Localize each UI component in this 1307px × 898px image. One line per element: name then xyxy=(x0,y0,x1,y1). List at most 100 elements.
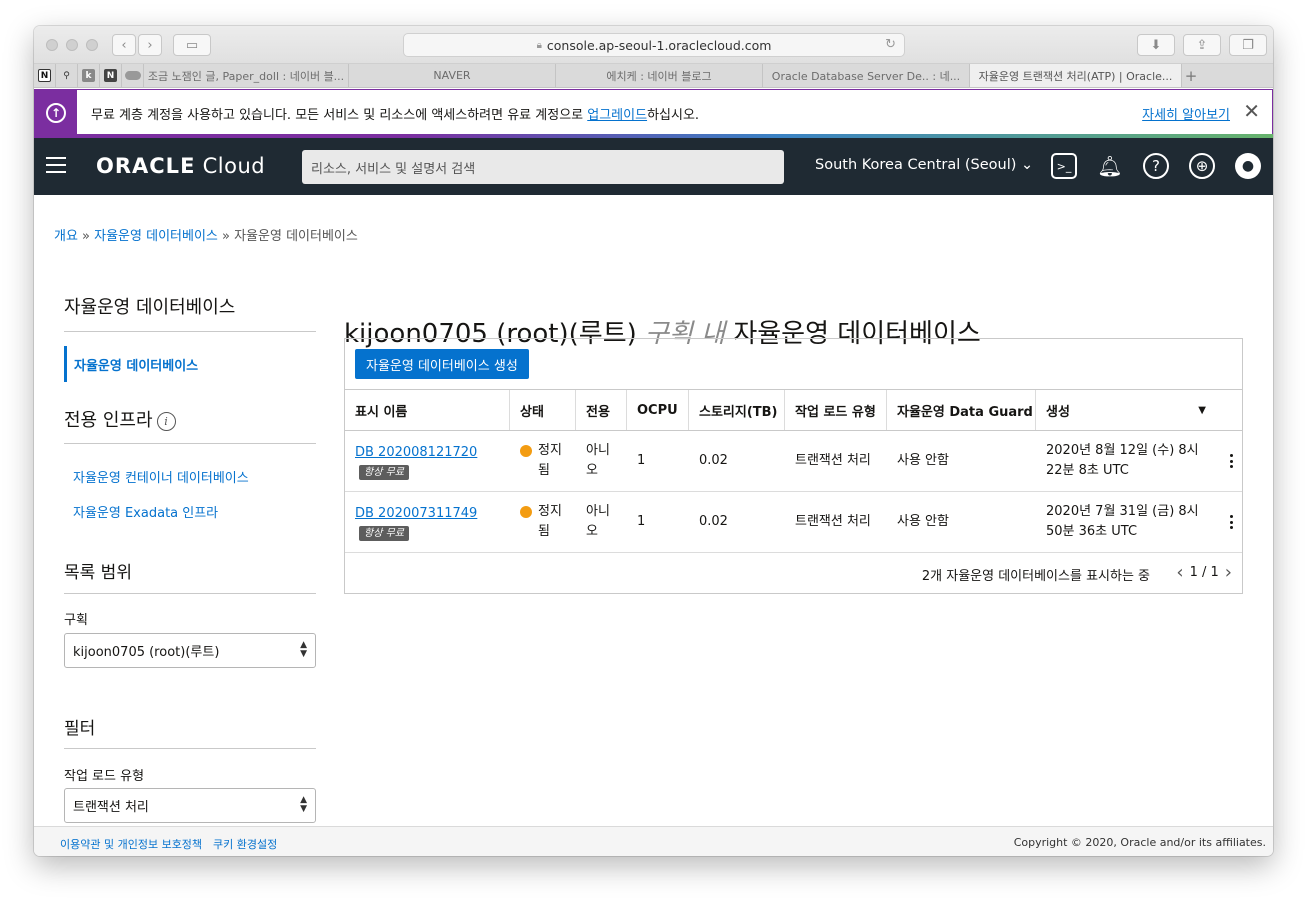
chevron-left-icon[interactable]: ‹ xyxy=(1176,562,1183,583)
row-actions-icon[interactable] xyxy=(1226,451,1236,471)
cell-ocpu: 1 xyxy=(637,453,646,468)
breadcrumb-separator: » xyxy=(217,229,235,244)
pinned-tab-naver[interactable]: N xyxy=(100,64,122,87)
search-input[interactable]: 리소스, 서비스 및 설명서 검색 xyxy=(302,150,784,184)
minimize-window-button[interactable] xyxy=(66,39,78,51)
chevron-right-icon[interactable]: › xyxy=(1225,562,1232,583)
always-free-badge: 항상 무료 xyxy=(359,525,409,541)
cloud-shell-icon[interactable]: >_ xyxy=(1051,153,1077,179)
downloads-button[interactable]: ⬇ xyxy=(1137,34,1175,56)
console-footer: 이용약관 및 개인정보 보호정책 쿠키 환경설정 Copyright © 202… xyxy=(34,826,1273,856)
region-label: South Korea Central (Seoul) xyxy=(815,157,1017,173)
globe-icon[interactable]: ⊕ xyxy=(1189,153,1215,179)
info-icon[interactable]: i xyxy=(156,411,176,431)
sort-desc-icon[interactable]: ▼ xyxy=(1198,405,1206,416)
cell-storage: 0.02 xyxy=(699,453,728,468)
region-selector[interactable]: South Korea Central (Seoul) ⌄ xyxy=(815,157,1033,173)
cell-storage: 0.02 xyxy=(699,514,728,529)
pinned-tab-pill[interactable] xyxy=(122,64,144,87)
terms-link[interactable]: 이용약관 및 개인정보 보호정책 xyxy=(60,836,202,852)
workload-select[interactable]: 트랜잭션 처리 ▲ ▼ xyxy=(64,788,316,823)
help-icon[interactable]: ? xyxy=(1143,153,1169,179)
table-footer: 2개 자율운영 데이터베이스를 표시하는 중 ‹ 1 / 1 › xyxy=(345,553,1242,593)
create-adb-button[interactable]: 자율운영 데이터베이스 생성 xyxy=(355,349,529,379)
tabs-icon: ❐ xyxy=(1242,37,1254,53)
infra-title: 전용 인프라 i xyxy=(64,406,176,432)
tab-overview-button[interactable]: ❐ xyxy=(1229,34,1267,56)
cookie-preferences-link[interactable]: 쿠키 환경설정 xyxy=(213,836,277,852)
back-button[interactable]: ‹ xyxy=(112,34,136,56)
learn-more-link[interactable]: 자세히 알아보기 xyxy=(1142,104,1230,123)
cell-status: 정지됨 xyxy=(510,492,576,552)
tab-atp-active[interactable]: 자율운영 트랜잭션 처리(ATP) | Oracle... xyxy=(970,64,1182,87)
column-header-workload[interactable]: 작업 로드 유형 xyxy=(785,390,887,430)
page-indicator: 1 / 1 xyxy=(1189,565,1219,580)
naver-n-icon: N xyxy=(104,69,117,82)
profile-avatar-icon[interactable]: ● xyxy=(1235,153,1261,179)
pinned-tab-k[interactable]: k xyxy=(78,64,100,87)
hamburger-menu-icon[interactable] xyxy=(46,157,66,173)
compartment-select[interactable]: kijoon0705 (root)(루트) ▲ ▼ xyxy=(64,633,316,668)
select-arrows-icon: ▲ ▼ xyxy=(300,640,307,659)
column-header-dedicated[interactable]: 전용 xyxy=(576,390,627,430)
column-header-dataguard[interactable]: 자율운영 Data Guard xyxy=(887,390,1036,430)
upgrade-link[interactable]: 업그레이드 xyxy=(587,108,647,123)
tab-oracle-db-server[interactable]: Oracle Database Server De.. : 네... xyxy=(763,64,970,87)
column-header-ocpu[interactable]: OCPU xyxy=(627,390,689,430)
sidebar-divider xyxy=(64,443,316,444)
pinned-tab-notion[interactable]: N xyxy=(34,64,56,87)
compartment-label: 구획 xyxy=(64,613,88,628)
address-bar[interactable]: 🔒︎ console.ap-seoul-1.oraclecloud.com ↻ xyxy=(403,33,905,57)
column-header-storage[interactable]: 스토리지(TB) xyxy=(689,390,785,430)
breadcrumb: 개요 » 자율운영 데이터베이스 » 자율운영 데이터베이스 xyxy=(54,225,358,244)
workload-label: 작업 로드 유형 xyxy=(64,769,145,784)
browser-toolbar: ‹ › ▭ 🔒︎ console.ap-seoul-1.oraclecloud.… xyxy=(34,26,1273,64)
banner-text-after: 하십시오. xyxy=(647,108,700,123)
zoom-window-button[interactable] xyxy=(86,39,98,51)
sidebar-divider xyxy=(64,593,316,594)
column-header-name[interactable]: 표시 이름 xyxy=(345,390,510,430)
tab-naver[interactable]: NAVER xyxy=(349,64,556,87)
sidebar-toggle-button[interactable]: ▭ xyxy=(173,34,211,56)
breadcrumb-adb[interactable]: 자율운영 데이터베이스 xyxy=(94,229,218,244)
sidebar-item-adb[interactable]: 자율운영 데이터베이스 xyxy=(64,346,316,382)
sidebar-item-exadata[interactable]: 자율운영 Exadata 인프라 xyxy=(73,502,218,521)
forward-button[interactable]: › xyxy=(138,34,162,56)
tab-blog[interactable]: 에치케 : 네이버 블로그 xyxy=(556,64,763,87)
db-name-link[interactable]: DB 202007311749 xyxy=(355,504,477,524)
adb-table: 자율운영 데이터베이스 생성 표시 이름 상태 전용 OCPU 스토리지(TB)… xyxy=(344,338,1243,594)
oracle-cloud-logo[interactable]: ORACLE Cloud xyxy=(96,154,265,178)
filter-title: 필터 xyxy=(64,719,96,739)
row-count-text: 2개 자율운영 데이터베이스를 표시하는 중 xyxy=(921,569,1150,584)
plus-icon: + xyxy=(1184,66,1198,85)
dedicated-text: 아니오 xyxy=(586,443,610,478)
share-button[interactable]: ⇪ xyxy=(1183,34,1221,56)
workload-value: 트랜잭션 처리 xyxy=(73,800,149,815)
tab-paper-doll[interactable]: 조금 노잼인 글, Paper_doll : 네이버 블... xyxy=(144,64,349,87)
reload-icon[interactable]: ↻ xyxy=(885,37,896,52)
cell-status: 정지됨 xyxy=(510,431,576,491)
page-content: 개요 » 자율운영 데이터베이스 » 자율운영 데이터베이스 자율운영 데이터베… xyxy=(34,195,1273,826)
k-icon: k xyxy=(82,69,95,82)
status-dot-icon xyxy=(520,445,532,457)
row-actions-icon[interactable] xyxy=(1226,512,1236,532)
banner-message: 무료 계층 계정을 사용하고 있습니다. 모든 서비스 및 리소스에 액세스하려… xyxy=(91,104,699,123)
db-name-link[interactable]: DB 202008121720 xyxy=(355,443,477,463)
cell-created: 2020년 8월 12일 (수) 8시 22분 8초 UTC xyxy=(1036,431,1222,491)
sidebar-item-label: 자율운영 데이터베이스 xyxy=(74,358,199,374)
column-header-status[interactable]: 상태 xyxy=(510,390,576,430)
console-header: ORACLE Cloud 리소스, 서비스 및 설명서 검색 South Kor… xyxy=(34,138,1273,195)
pinned-tab-person[interactable]: ⚲ xyxy=(56,64,78,87)
dedicated-text: 아니오 xyxy=(586,504,610,539)
bell-icon[interactable]: 🔔︎ xyxy=(1097,153,1123,179)
banner-text-before: 무료 계층 계정을 사용하고 있습니다. 모든 서비스 및 리소스에 액세스하려… xyxy=(91,108,588,123)
cell-name: DB 202008121720 항상 무료 xyxy=(345,431,510,491)
lock-icon: 🔒︎ xyxy=(536,39,542,51)
sidebar-item-container-db[interactable]: 자율운영 컨테이너 데이터베이스 xyxy=(73,467,249,486)
breadcrumb-overview[interactable]: 개요 xyxy=(54,229,78,244)
new-tab-button[interactable]: + xyxy=(1182,64,1200,87)
close-icon[interactable]: ✕ xyxy=(1243,99,1260,123)
cell-dataguard: 사용 안함 xyxy=(897,453,949,468)
column-header-created[interactable]: 생성 xyxy=(1036,390,1242,430)
close-window-button[interactable] xyxy=(46,39,58,51)
